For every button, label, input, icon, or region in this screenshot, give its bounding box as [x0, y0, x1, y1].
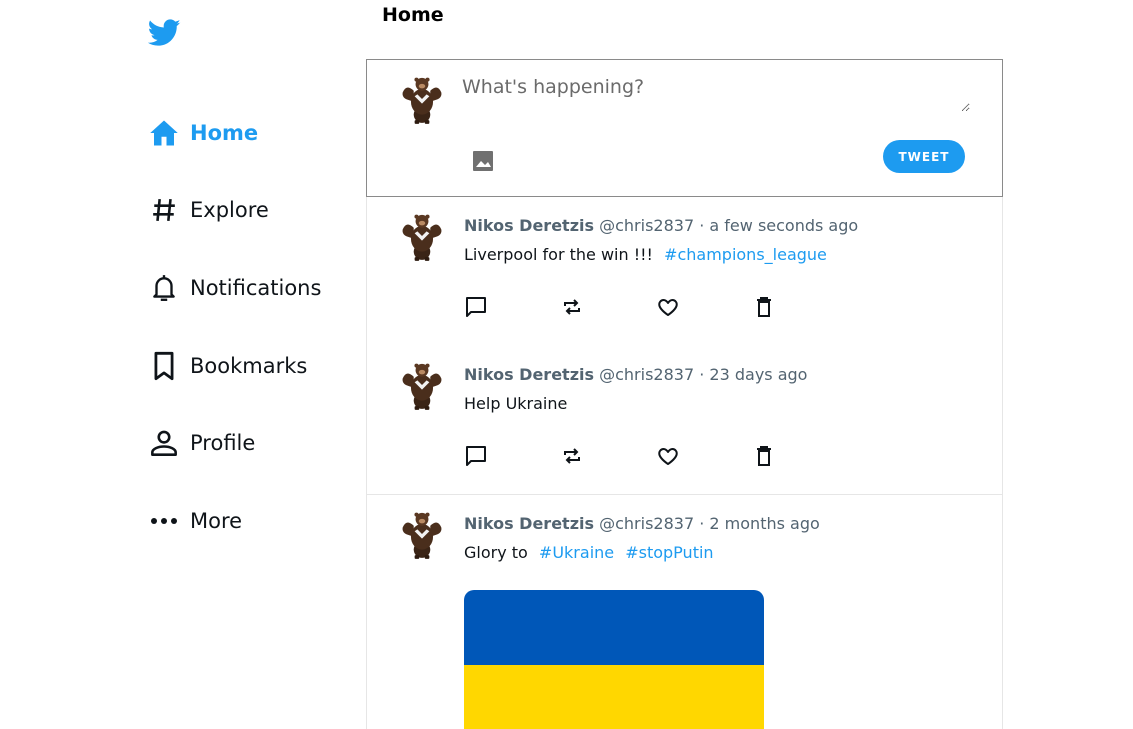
author-handle: @chris2837: [599, 514, 695, 533]
sidebar-item-label: Bookmarks: [190, 354, 308, 378]
more-dots-icon: [148, 505, 180, 537]
tweet-time: a few seconds ago: [709, 216, 859, 235]
avatar: [399, 211, 445, 261]
sidebar-item-bookmarks[interactable]: Bookmarks: [148, 346, 307, 386]
tweet: Nikos Deretzis @chris2837 · a few second…: [366, 197, 1003, 347]
trash-icon[interactable]: [752, 295, 776, 319]
image-upload-icon[interactable]: [472, 150, 494, 172]
author-handle: @chris2837: [599, 365, 695, 384]
sidebar-item-label: Notifications: [190, 276, 322, 300]
flag-blue-stripe: [464, 590, 764, 665]
sidebar-item-home[interactable]: Home: [148, 113, 258, 153]
hashtag-icon: [148, 194, 180, 226]
retweet-icon[interactable]: [560, 444, 584, 468]
sidebar-item-more[interactable]: More: [148, 501, 242, 541]
tweet-meta: Nikos Deretzis @chris2837 · 2 months ago: [464, 514, 820, 533]
tweet-composer: TWEET: [366, 59, 1003, 197]
tweet-image-ukraine-flag[interactable]: [464, 590, 764, 729]
tweet-actions: [464, 295, 848, 319]
tweet-time: 23 days ago: [709, 365, 808, 384]
sidebar-item-explore[interactable]: Explore: [148, 190, 269, 230]
tweet-actions: [464, 444, 848, 468]
tweet-text-row: Liverpool for the win !!! #champions_lea…: [464, 245, 827, 264]
hashtag-link[interactable]: #stopPutin: [625, 543, 713, 562]
sidebar-item-label: Explore: [190, 198, 269, 222]
avatar: [399, 74, 445, 124]
author-name[interactable]: Nikos Deretzis: [464, 216, 594, 235]
bookmark-icon: [148, 350, 180, 382]
page-title: Home: [382, 4, 444, 26]
hashtag-link[interactable]: #Ukraine: [539, 543, 614, 562]
retweet-icon[interactable]: [560, 295, 584, 319]
author-handle: @chris2837: [599, 216, 695, 235]
tweet-time: 2 months ago: [709, 514, 820, 533]
heart-icon[interactable]: [656, 444, 680, 468]
author-name[interactable]: Nikos Deretzis: [464, 514, 594, 533]
tweet-text-row: Glory to #Ukraine #stopPutin: [464, 543, 714, 562]
tweet: Nikos Deretzis @chris2837 · 2 months ago…: [366, 495, 1003, 729]
sidebar-item-label: Home: [190, 121, 259, 145]
sidebar-item-notifications[interactable]: Notifications: [148, 268, 321, 308]
tweet-text: Glory to: [464, 543, 528, 562]
sidebar-item-label: Profile: [190, 431, 256, 455]
flag-yellow-stripe: [464, 665, 764, 729]
sidebar: Home Explore Notifications Bookmarks Pro…: [147, 0, 358, 729]
tweet-input[interactable]: [462, 76, 970, 112]
tweet-text-row: Help Ukraine: [464, 394, 567, 413]
twitter-bird-icon[interactable]: [147, 18, 181, 48]
hashtag-link[interactable]: #champions_league: [664, 245, 827, 264]
avatar: [399, 360, 445, 410]
sidebar-item-label: More: [190, 509, 243, 533]
home-icon: [148, 117, 180, 149]
tweet-button[interactable]: TWEET: [883, 140, 965, 173]
tweet-text: Help Ukraine: [464, 394, 568, 413]
comment-icon[interactable]: [464, 444, 488, 468]
sidebar-item-profile[interactable]: Profile: [148, 423, 255, 463]
author-name[interactable]: Nikos Deretzis: [464, 365, 594, 384]
trash-icon[interactable]: [752, 444, 776, 468]
tweet-text: Liverpool for the win !!!: [464, 245, 653, 264]
tweet-meta: Nikos Deretzis @chris2837 · 23 days ago: [464, 365, 808, 384]
heart-icon[interactable]: [656, 295, 680, 319]
avatar: [399, 509, 445, 559]
person-icon: [148, 427, 180, 459]
comment-icon[interactable]: [464, 295, 488, 319]
tweet: Nikos Deretzis @chris2837 · 23 days ago …: [366, 346, 1003, 495]
tweet-meta: Nikos Deretzis @chris2837 · a few second…: [464, 216, 859, 235]
main-feed: Home TWEET Nikos Deretzis @chris2837 · a…: [366, 0, 1003, 729]
bell-icon: [148, 272, 180, 304]
